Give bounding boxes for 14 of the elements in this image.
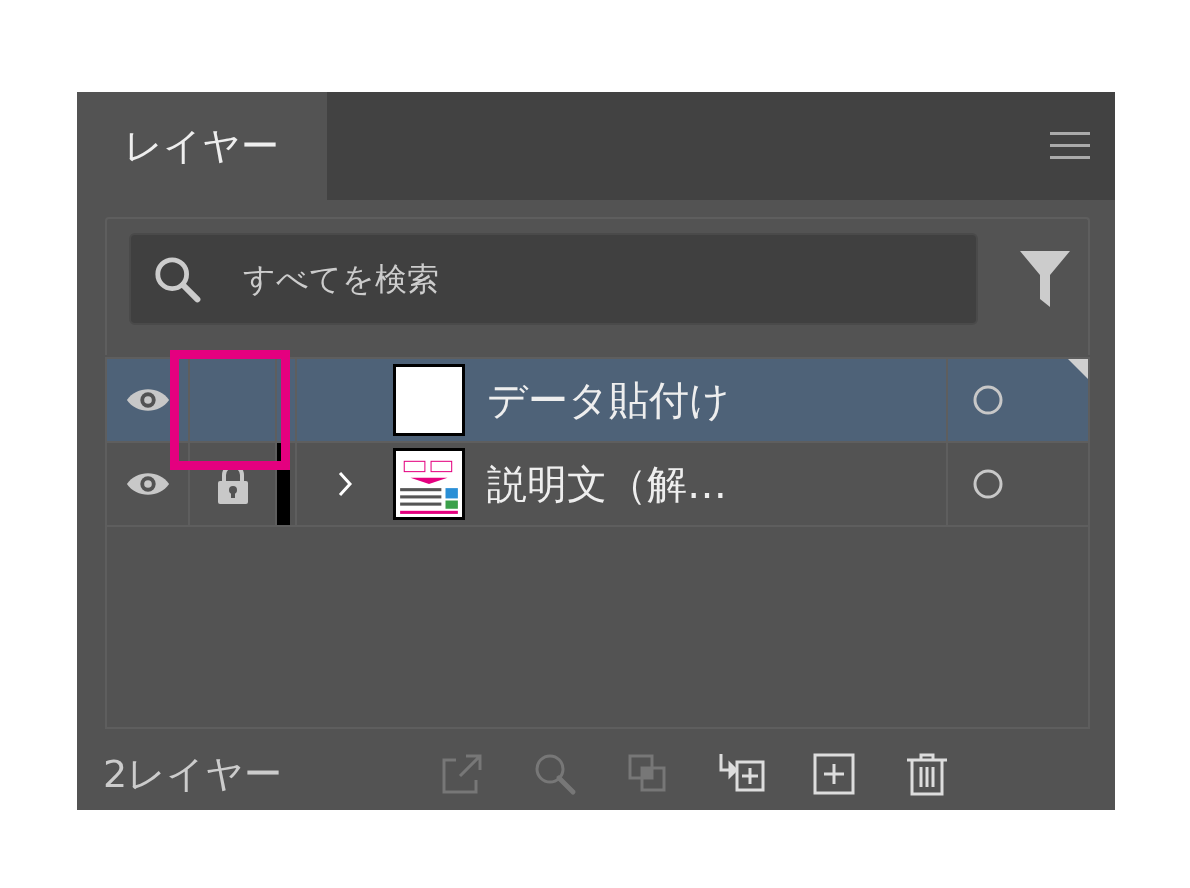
expand-chevron-icon[interactable] <box>337 470 353 498</box>
layer-count: 2レイヤー <box>103 750 284 798</box>
layer-name[interactable]: 説明文（解… <box>465 443 946 525</box>
layer-row[interactable]: 説明文（解… <box>107 443 1088 527</box>
filter-icon[interactable] <box>1020 251 1070 307</box>
target-circle-icon[interactable] <box>972 468 1004 500</box>
search-icon <box>153 255 201 303</box>
panel-tab[interactable]: レイヤー <box>77 92 327 200</box>
layer-name[interactable]: データ貼付け <box>465 359 946 441</box>
layer-row[interactable]: データ貼付け <box>107 359 1088 443</box>
layer-thumbnail <box>393 364 465 436</box>
menu-icon[interactable] <box>1050 132 1090 160</box>
target-circle-icon[interactable] <box>972 384 1004 416</box>
search-field[interactable]: すべてを検索 <box>129 233 978 325</box>
